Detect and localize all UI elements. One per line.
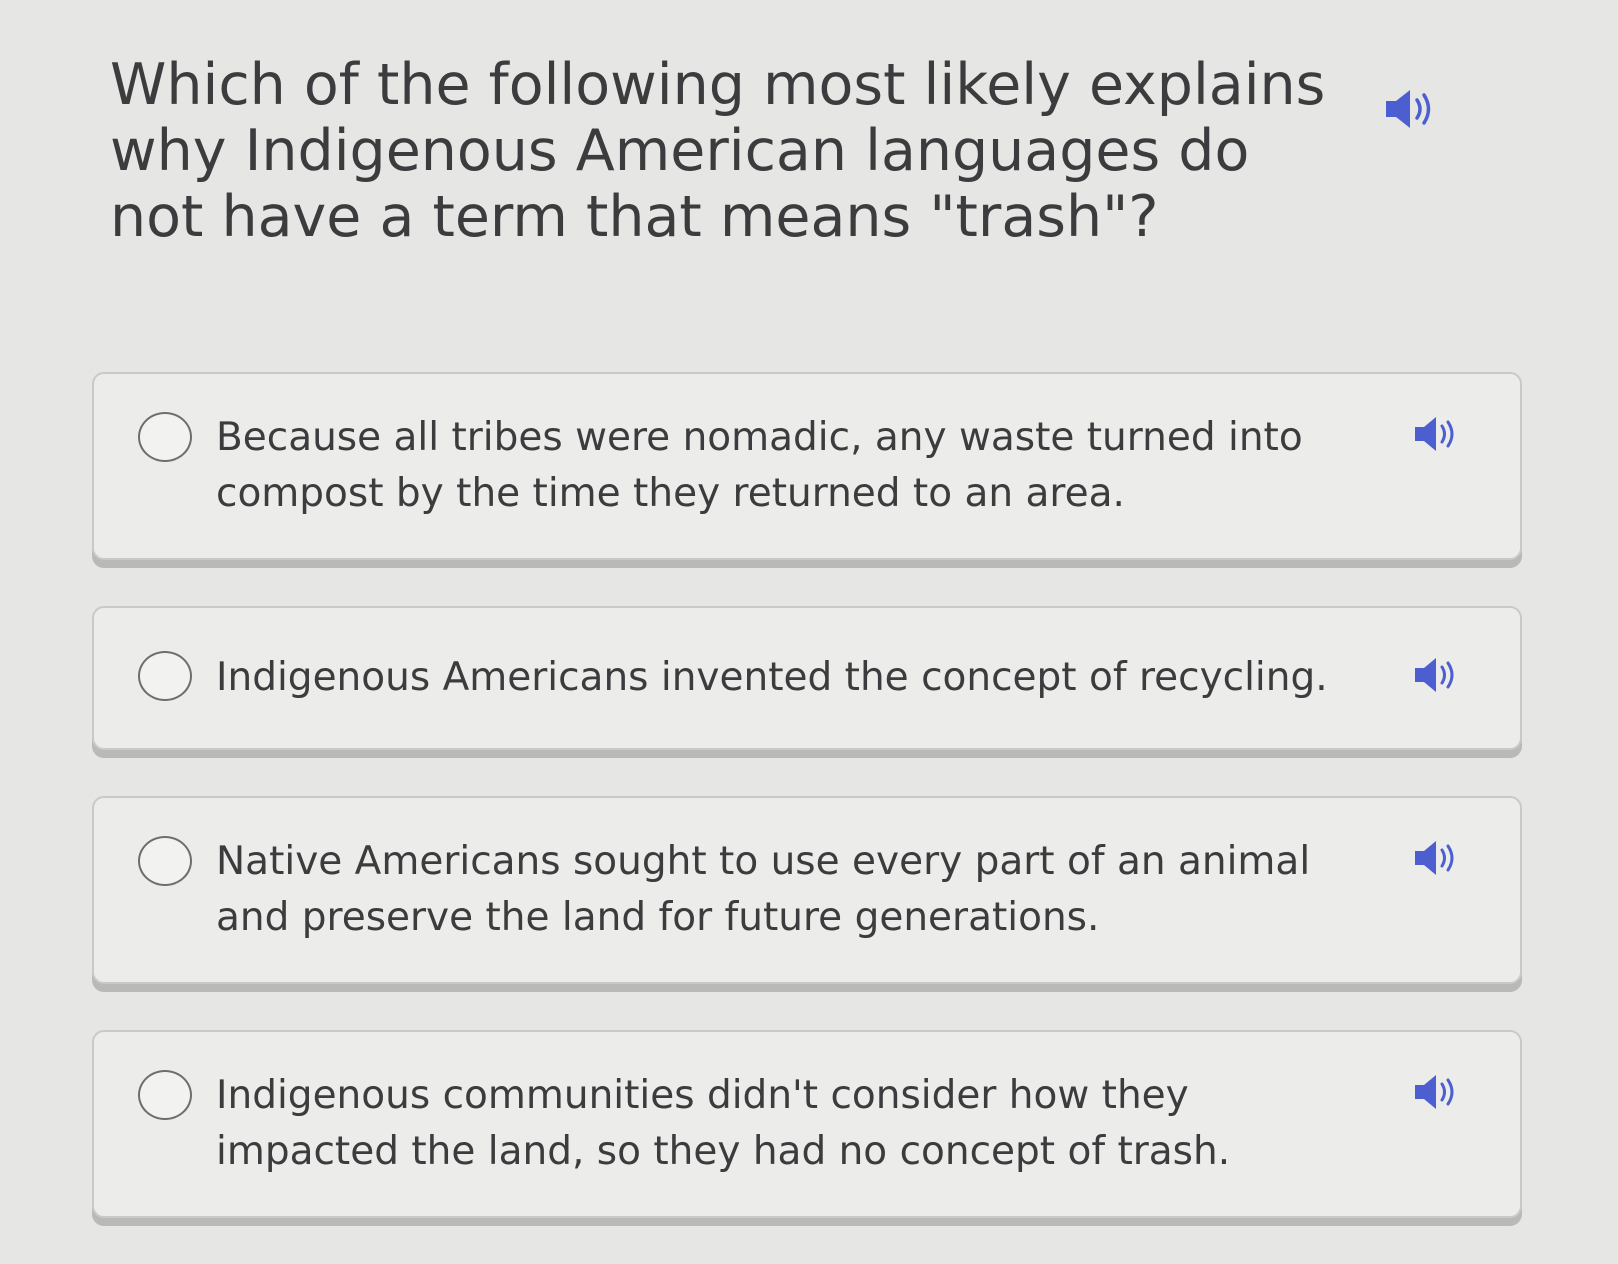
speaker-icon[interactable] [1412,414,1460,454]
question-text: Which of the following most likely expla… [110,52,1326,250]
speaker-icon[interactable] [1412,1072,1460,1112]
speaker-icon[interactable] [1412,655,1460,695]
answer-option-2-text: Indigenous Americans invented the concep… [216,655,1328,700]
answer-option-1[interactable]: Because all tribes were nomadic, any was… [92,372,1522,560]
answer-option-1-text: Because all tribes were nomadic, any was… [216,415,1303,516]
answer-option-4-text: Indigenous communities didn't consider h… [216,1073,1231,1174]
answer-option-4[interactable]: Indigenous communities didn't consider h… [92,1030,1522,1218]
question: Which of the following most likely expla… [110,52,1450,250]
answer-option-3-text: Native Americans sought to use every par… [216,839,1311,940]
answer-option-3[interactable]: Native Americans sought to use every par… [92,796,1522,984]
radio-button-3[interactable] [138,836,192,886]
radio-button-4[interactable] [138,1070,192,1120]
speaker-icon[interactable] [1412,838,1460,878]
radio-button-2[interactable] [138,651,192,701]
answer-options: Because all tribes were nomadic, any was… [92,372,1522,1264]
question-speaker-icon[interactable] [1382,86,1438,132]
radio-button-1[interactable] [138,412,192,462]
answer-option-2[interactable]: Indigenous Americans invented the concep… [92,606,1522,750]
